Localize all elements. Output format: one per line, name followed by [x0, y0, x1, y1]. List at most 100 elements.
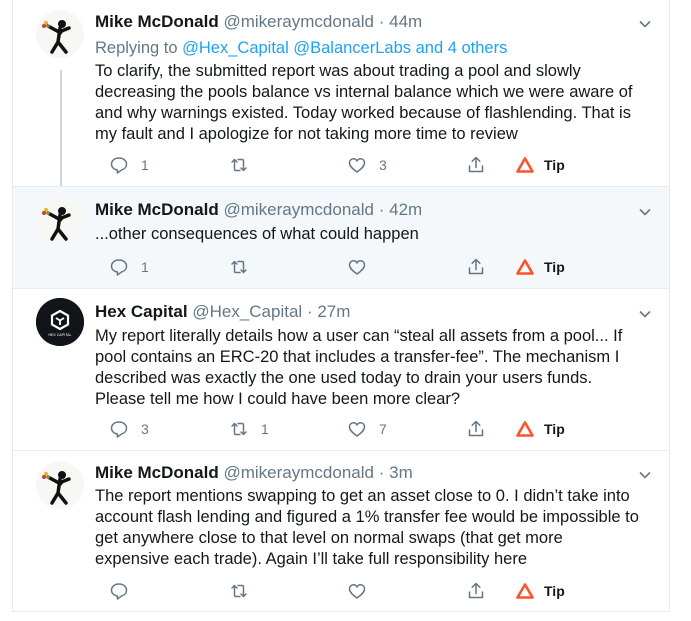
like-button[interactable] [347, 580, 379, 602]
share-button[interactable] [466, 580, 486, 602]
reply-count: 3 [141, 421, 149, 437]
avatar-logo-text: HEX CAPITAL [48, 333, 71, 337]
separator-dot: · [306, 302, 313, 321]
user-handle[interactable]: @mikeraymcdonald [223, 200, 373, 219]
tip-button[interactable]: Tip [515, 154, 565, 176]
tip-label: Tip [544, 259, 565, 275]
chevron-down-icon[interactable] [638, 17, 652, 31]
tip-label: Tip [544, 157, 565, 173]
like-icon [348, 421, 366, 437]
replying-prefix: Replying to [95, 39, 183, 57]
tweet-text: To clarify, the submitted report was abo… [95, 61, 665, 145]
text-line: My report literally details how a user c… [95, 327, 623, 345]
tweet-actions: 1 3 Tip [95, 154, 655, 176]
tweet-thread: Mike McDonald @mikeraymcdonald · 44m Rep… [12, 0, 670, 612]
text-line: ...other consequences of what could happ… [95, 225, 419, 243]
chevron-down-icon[interactable] [638, 205, 652, 219]
retweet-button[interactable] [229, 580, 261, 602]
share-icon [468, 156, 484, 173]
retweet-icon [231, 158, 247, 172]
reply-button[interactable]: 3 [109, 418, 149, 440]
tweet[interactable]: Mike McDonald @mikeraymcdonald · 44m Rep… [13, 0, 669, 186]
brave-tip-icon [516, 421, 534, 437]
tweet-timestamp[interactable]: 3m [389, 463, 413, 482]
text-line: my fault and I apologize for not taking … [95, 125, 518, 143]
avatar[interactable] [36, 461, 84, 509]
separator-dot: · [378, 200, 385, 219]
retweet-icon [231, 260, 247, 274]
tweet-actions: 3 1 7 Tip [95, 418, 655, 440]
like-icon [348, 583, 366, 599]
avatar[interactable] [36, 10, 84, 58]
tweet-timestamp[interactable]: 27m [317, 302, 350, 321]
tweet-text: My report literally details how a user c… [95, 326, 665, 410]
like-button[interactable]: 3 [347, 154, 387, 176]
separator-dot: · [378, 463, 385, 482]
text-line: account flash lending and figured a 1% t… [95, 508, 639, 526]
tip-button[interactable]: Tip [515, 256, 565, 278]
reply-button[interactable]: 1 [109, 256, 149, 278]
text-line: decreasing the pools balance vs internal… [95, 83, 633, 101]
reply-button[interactable]: 1 [109, 154, 149, 176]
tweet[interactable]: Mike McDonald @mikeraymcdonald · 42m ...… [13, 186, 669, 288]
text-line: described was exactly the one used today… [95, 369, 593, 387]
user-handle[interactable]: @mikeraymcdonald [223, 12, 373, 31]
replying-to: Replying to @Hex_Capital @BalancerLabs a… [95, 38, 507, 58]
retweet-icon [231, 422, 247, 436]
text-line: and why warnings existed. Today worked b… [95, 104, 631, 122]
share-button[interactable] [466, 256, 486, 278]
brave-tip-icon [516, 583, 534, 599]
flower-thrower-image [36, 10, 84, 58]
text-line: get anywhere close to that level on norm… [95, 529, 563, 547]
reply-icon [110, 157, 128, 174]
avatar[interactable]: HEX CAPITAL [36, 298, 84, 346]
tweet-text: ...other consequences of what could happ… [95, 224, 665, 245]
retweet-button[interactable] [229, 256, 261, 278]
tip-button[interactable]: Tip [515, 580, 565, 602]
display-name[interactable]: Mike McDonald [95, 200, 219, 219]
text-line: Please tell me how I could have been mor… [95, 390, 461, 408]
tweet-timestamp[interactable]: 44m [389, 12, 422, 31]
text-line: expensive each trade). Again I’ll take f… [95, 550, 527, 568]
retweet-icon [231, 584, 247, 598]
user-handle[interactable]: @Hex_Capital [192, 302, 302, 321]
chevron-down-icon[interactable] [638, 307, 652, 321]
tweet[interactable]: Mike McDonald @mikeraymcdonald · 3m The … [13, 450, 669, 611]
like-button[interactable]: 7 [347, 418, 387, 440]
reply-button[interactable] [109, 580, 141, 602]
tweet-header: Hex Capital @Hex_Capital · 27m [95, 302, 350, 322]
replying-mentions-link[interactable]: @Hex_Capital @BalancerLabs and 4 others [182, 39, 507, 57]
display-name[interactable]: Hex Capital [95, 302, 188, 321]
tip-label: Tip [544, 421, 565, 437]
like-icon [348, 157, 366, 173]
user-handle[interactable]: @mikeraymcdonald [223, 463, 373, 482]
share-icon [468, 582, 484, 599]
avatar[interactable] [36, 197, 84, 245]
chevron-down-icon[interactable] [638, 468, 652, 482]
like-count: 3 [379, 157, 387, 173]
tip-label: Tip [544, 583, 565, 599]
share-button[interactable] [466, 154, 486, 176]
like-button[interactable] [347, 256, 379, 278]
text-line: pool contains an ERC-20 that includes a … [95, 348, 620, 366]
reply-count: 1 [141, 157, 149, 173]
like-icon [348, 259, 366, 275]
tweet-header: Mike McDonald @mikeraymcdonald · 42m [95, 200, 422, 220]
tweet-header: Mike McDonald @mikeraymcdonald · 3m [95, 463, 413, 483]
tip-button[interactable]: Tip [515, 418, 565, 440]
tweet-timestamp[interactable]: 42m [389, 200, 422, 219]
retweet-button[interactable]: 1 [229, 418, 269, 440]
tweet-text: The report mentions swapping to get an a… [95, 486, 665, 570]
tweet[interactable]: HEX CAPITAL Hex Capital @Hex_Capital · 2… [13, 288, 669, 450]
tweet-header: Mike McDonald @mikeraymcdonald · 44m [95, 12, 422, 32]
display-name[interactable]: Mike McDonald [95, 12, 219, 31]
reply-count: 1 [141, 259, 149, 275]
hex-capital-logo: HEX CAPITAL [36, 298, 84, 346]
reply-icon [110, 583, 128, 600]
brave-tip-icon [516, 157, 534, 173]
share-button[interactable] [466, 418, 486, 440]
text-line: To clarify, the submitted report was abo… [95, 62, 581, 80]
brave-tip-icon [516, 259, 534, 275]
retweet-button[interactable] [229, 154, 261, 176]
display-name[interactable]: Mike McDonald [95, 463, 219, 482]
